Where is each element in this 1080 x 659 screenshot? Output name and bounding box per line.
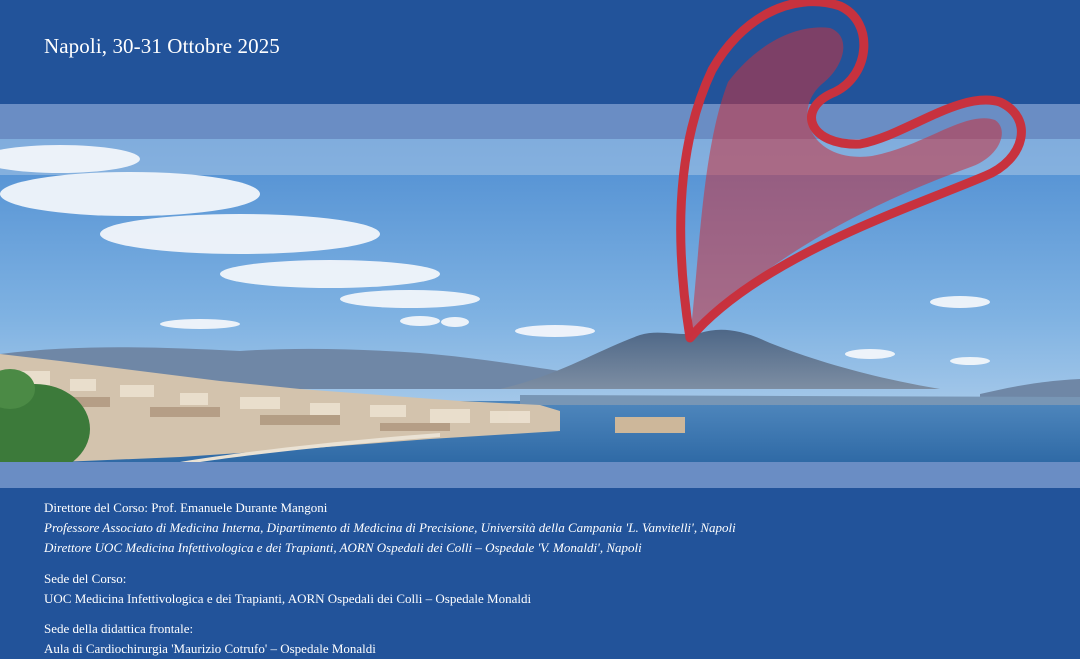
band-bottom	[0, 462, 1080, 488]
director-role-1: Professore Associato di Medicina Interna…	[44, 520, 736, 535]
director-role-2: Direttore UOC Medicina Infettivologica e…	[44, 540, 642, 555]
venue-label: Sede del Corso:	[44, 571, 127, 586]
teaching-value: Aula di Cardiochirurgia 'Maurizio Cotruf…	[44, 641, 376, 656]
event-date-place: Napoli, 30-31 Ottobre 2025	[44, 34, 280, 58]
naples-bay-photo	[0, 139, 1080, 462]
director-label: Direttore del Corso: Prof. Emanuele Dura…	[44, 500, 328, 515]
band-top	[0, 104, 1080, 139]
teaching-label: Sede della didattica frontale:	[44, 621, 194, 636]
venue-value: UOC Medicina Infettivologica e dei Trapi…	[44, 591, 532, 606]
course-info: Direttore del Corso: Prof. Emanuele Dura…	[44, 498, 1044, 659]
